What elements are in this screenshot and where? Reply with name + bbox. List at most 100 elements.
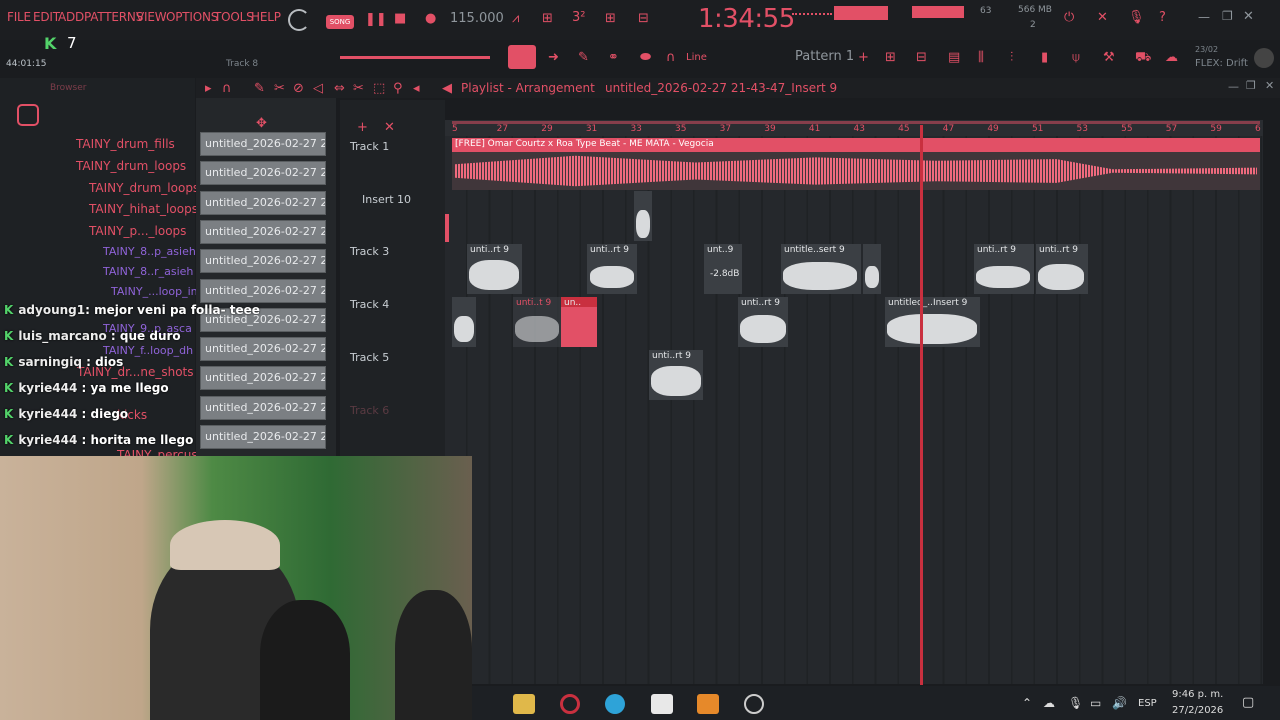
browser-item[interactable]: TAINY_p..._loops bbox=[89, 224, 186, 238]
playlist-minimize-icon[interactable]: — bbox=[1228, 80, 1239, 93]
snap-magnet-icon[interactable]: ∩ bbox=[222, 82, 232, 96]
stamp-icon[interactable]: ⬬ bbox=[640, 51, 651, 65]
tree-icon[interactable]: ⫶ bbox=[1010, 51, 1013, 65]
power-icon[interactable]: ⏻ bbox=[1064, 11, 1074, 25]
track-name-6[interactable]: Track 6 bbox=[350, 404, 389, 417]
paint-tool-icon[interactable]: ✂ bbox=[274, 82, 285, 96]
menu-view[interactable]: VIEW bbox=[136, 10, 167, 24]
menu-patterns[interactable]: PATTERNS bbox=[84, 10, 143, 24]
picker-item[interactable]: untitled_2026-02-27 21-... bbox=[200, 425, 326, 449]
microphone-icon[interactable]: 🎙 bbox=[1128, 11, 1145, 25]
master-volume-slider[interactable] bbox=[340, 56, 490, 59]
track-name-2[interactable]: Insert 10 bbox=[362, 193, 411, 206]
picker-item[interactable]: untitled_2026-02-27 21-... bbox=[200, 395, 326, 420]
tray-volume-icon[interactable]: 🔊 bbox=[1112, 696, 1127, 710]
track-name-1[interactable]: Track 1 bbox=[350, 140, 389, 153]
close-icon[interactable]: ✕ bbox=[1243, 9, 1254, 24]
channel-rack-icon[interactable]: ⊟ bbox=[916, 51, 927, 65]
save-icon[interactable]: ▮ bbox=[1041, 51, 1048, 65]
menu-options[interactable]: OPTIONS bbox=[166, 10, 218, 24]
loop-record-icon[interactable]: ⊟ bbox=[638, 12, 649, 26]
picker-item[interactable]: untitled_2026-02-27 21-... bbox=[200, 366, 326, 391]
picker-item[interactable]: untitled_2026-02-27 21-... bbox=[200, 132, 326, 156]
help-icon[interactable]: ? bbox=[1159, 11, 1166, 25]
pause-icon[interactable]: ❚❚ bbox=[365, 13, 387, 27]
add-pattern-icon[interactable]: + bbox=[858, 51, 869, 65]
insert10-fader[interactable] bbox=[445, 214, 449, 242]
browser-item[interactable]: TAINY_drum_loops bbox=[89, 181, 199, 195]
arrangement-area[interactable] bbox=[445, 136, 1263, 684]
file-explorer-icon[interactable] bbox=[513, 694, 535, 714]
menu-edit[interactable]: EDIT bbox=[33, 10, 60, 24]
cart-icon[interactable]: ⛟ bbox=[1135, 51, 1151, 65]
wrench-icon[interactable]: ⚒ bbox=[1103, 51, 1115, 65]
user-avatar[interactable] bbox=[1254, 48, 1274, 68]
song-mode-button[interactable]: SONG bbox=[326, 15, 354, 29]
track-name-4[interactable]: Track 4 bbox=[350, 298, 389, 311]
track-name-3[interactable]: Track 3 bbox=[350, 245, 389, 258]
tray-date[interactable]: 27/2/2026 bbox=[1172, 705, 1223, 716]
playlist-button[interactable] bbox=[508, 45, 536, 69]
obs-icon[interactable] bbox=[744, 694, 764, 714]
tray-time[interactable]: 9:46 p. m. bbox=[1172, 689, 1223, 700]
magnet-icon[interactable]: ∩ bbox=[666, 51, 676, 65]
tray-cloud-icon[interactable]: ☁ bbox=[1043, 696, 1055, 710]
playlist-close-icon[interactable]: ✕ bbox=[1265, 79, 1274, 92]
browser-item[interactable]: TAINY_drum_fills bbox=[76, 137, 175, 151]
delete-tool-icon[interactable]: ⊘ bbox=[293, 82, 304, 96]
select-tool-icon[interactable]: ⬚ bbox=[373, 82, 385, 96]
telegram-icon[interactable] bbox=[605, 694, 625, 714]
playhead[interactable] bbox=[920, 125, 923, 685]
record-icon[interactable]: ● bbox=[425, 12, 436, 26]
record-spinner-icon[interactable] bbox=[288, 9, 310, 31]
tray-mic-icon[interactable]: 🎙 bbox=[1068, 696, 1083, 710]
countdown-icon[interactable]: 3² bbox=[572, 11, 585, 25]
menu-help[interactable]: HELP bbox=[251, 10, 281, 24]
draw-tool-icon[interactable]: ✎ bbox=[254, 82, 265, 96]
tray-network-icon[interactable]: ▭ bbox=[1090, 696, 1101, 710]
tempo-display[interactable]: 115.000 bbox=[450, 11, 504, 26]
minimize-icon[interactable]: — bbox=[1198, 10, 1210, 24]
picker-item[interactable]: untitled_2026-02-27 21-... bbox=[200, 190, 326, 215]
picker-move-icon[interactable]: ✥ bbox=[256, 117, 267, 131]
arrow-right-icon[interactable]: ➜ bbox=[548, 51, 559, 65]
step-edit-icon[interactable]: ⊞ bbox=[605, 12, 616, 26]
mute-tool-icon[interactable]: ◁ bbox=[313, 82, 323, 96]
metronome-icon[interactable]: ⩘ bbox=[512, 12, 519, 26]
slice-tool-icon[interactable]: ✂ bbox=[353, 82, 364, 96]
playback-tool-icon[interactable]: ◂ bbox=[413, 82, 420, 96]
picker-item[interactable]: untitled_2026-02-27 21-... bbox=[200, 337, 326, 362]
mixer-icon[interactable]: ⊞ bbox=[885, 51, 896, 65]
time-display[interactable]: 1:34:55 bbox=[698, 4, 795, 34]
browser-item[interactable]: TAINY_8..p_asieh bbox=[103, 245, 196, 258]
picker-item[interactable]: untitled_2026-02-27 21-... bbox=[200, 278, 326, 303]
midi-icon[interactable]: ✕ bbox=[1097, 11, 1108, 25]
maximize-icon[interactable]: ❐ bbox=[1222, 9, 1233, 23]
fl-studio-icon[interactable] bbox=[697, 694, 719, 714]
playlist-maximize-icon[interactable]: ❐ bbox=[1246, 79, 1256, 92]
stop-icon[interactable]: ■ bbox=[394, 12, 406, 26]
sliders-icon[interactable]: ⫼ bbox=[978, 51, 984, 65]
app-icon[interactable] bbox=[651, 694, 673, 714]
play-arrow-icon[interactable]: ▸ bbox=[205, 82, 212, 96]
remove-track-icon[interactable]: ✕ bbox=[384, 121, 395, 135]
track-name-5[interactable]: Track 5 bbox=[350, 351, 389, 364]
speaker-icon[interactable]: ◀ bbox=[442, 82, 452, 96]
pencil-icon[interactable]: ✎ bbox=[578, 51, 589, 65]
browser-item[interactable]: TAINY_hihat_loops bbox=[89, 202, 198, 216]
browser-item[interactable]: TAINY_8..r_asieh bbox=[103, 265, 193, 278]
browser-item[interactable]: TAINY_drum_loops bbox=[76, 159, 186, 173]
tray-language[interactable]: ESP bbox=[1138, 698, 1157, 709]
menu-add[interactable]: ADD bbox=[58, 10, 84, 24]
browser-toggle-button[interactable] bbox=[17, 104, 39, 126]
menu-file[interactable]: FILE bbox=[7, 10, 31, 24]
pattern-select[interactable]: Pattern 1 bbox=[795, 49, 854, 64]
link-icon[interactable]: ⚭ bbox=[608, 51, 619, 65]
menu-tools[interactable]: TOOLS bbox=[214, 10, 254, 24]
add-track-icon[interactable]: + bbox=[357, 121, 368, 135]
browser-item[interactable]: TAINY_...loop_in bbox=[111, 285, 198, 298]
snap-select[interactable]: Line bbox=[686, 52, 707, 63]
cloud-icon[interactable]: ☁ bbox=[1165, 51, 1178, 65]
picker-item[interactable]: untitled_2026-02-27 21-... bbox=[200, 219, 326, 244]
zoom-tool-icon[interactable]: ⚲ bbox=[393, 82, 403, 96]
